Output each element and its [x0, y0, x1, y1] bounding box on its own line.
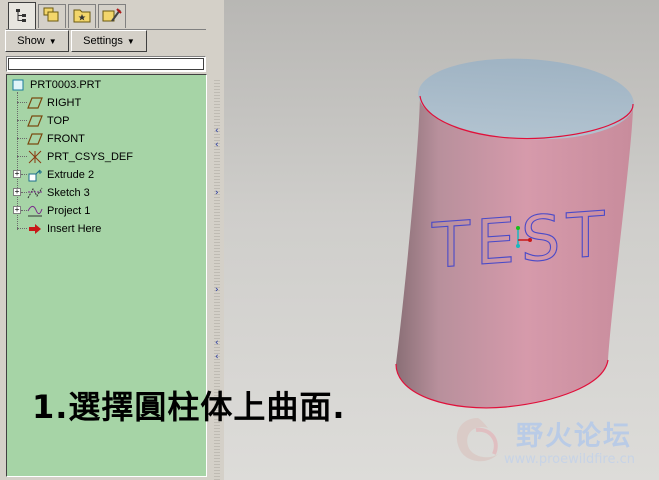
datum-plane-icon: [27, 114, 43, 128]
tab-favorites[interactable]: [68, 4, 96, 28]
instruction-caption: 1.選擇圓柱体上曲面.: [32, 388, 346, 426]
tree-filter-field[interactable]: [6, 56, 206, 72]
chevron-right-icon[interactable]: ›: [215, 188, 219, 198]
tree-item-sketch[interactable]: Sketch 3: [27, 184, 90, 202]
tree-item-top[interactable]: TOP: [27, 112, 69, 130]
tree-item-right[interactable]: RIGHT: [27, 94, 81, 112]
chevron-left-icon[interactable]: ‹: [215, 140, 219, 150]
part-icon: [10, 78, 26, 92]
extrude-icon: [27, 168, 43, 182]
expand-sketch-toggle[interactable]: +: [13, 188, 21, 196]
tree-item-label: Project 1: [47, 205, 91, 217]
tools-icon: [102, 7, 122, 27]
chevron-left-icon[interactable]: ‹: [215, 352, 219, 362]
tree-item-front[interactable]: FRONT: [27, 130, 85, 148]
chevron-left-icon[interactable]: ‹: [215, 126, 219, 136]
tree-item-label: RIGHT: [47, 97, 82, 109]
tree-item-project[interactable]: Project 1: [27, 202, 90, 220]
settings-button[interactable]: Settings ▼: [71, 30, 147, 52]
tree-root-item[interactable]: PRT0003.PRT: [10, 76, 101, 94]
project-curve-icon: [27, 204, 43, 218]
tree-item-label: PRT_CSYS_DEF: [47, 151, 133, 163]
navigator-tab-strip: [6, 2, 206, 30]
tree-item-csys[interactable]: PRT_CSYS_DEF: [27, 148, 133, 166]
tree-item-insert-here[interactable]: Insert Here: [27, 220, 101, 238]
coordinate-system-icon: [27, 150, 43, 164]
navigator-toolbar: Show ▼ Settings ▼: [5, 30, 207, 54]
chevron-down-icon: ▼: [126, 36, 135, 46]
watermark-title: 野火论坛: [516, 421, 632, 452]
expand-extrude-toggle[interactable]: +: [13, 170, 21, 178]
insert-arrow-icon: [27, 222, 43, 236]
watermark-url: www.proewildfire.cn: [504, 452, 635, 467]
show-button[interactable]: Show ▼: [5, 30, 69, 52]
chevron-down-icon: ▼: [48, 36, 57, 46]
folder-browser-icon: [43, 7, 61, 27]
tree-item-extrude[interactable]: Extrude 2: [27, 166, 94, 184]
model-tree-icon: [14, 7, 30, 27]
favorites-icon: [73, 7, 91, 27]
tree-item-label: Sketch 3: [47, 187, 90, 199]
tree-root-label: PRT0003.PRT: [30, 79, 102, 91]
chevron-left-icon[interactable]: ‹: [215, 338, 219, 348]
tree-item-label: Extrude 2: [47, 169, 95, 181]
tree-item-label: FRONT: [47, 133, 85, 145]
tab-model-tree[interactable]: [8, 2, 36, 30]
tree-item-label: TOP: [47, 115, 70, 127]
datum-plane-icon: [27, 132, 43, 146]
tree-item-label: Insert Here: [47, 223, 102, 235]
forum-watermark: 野火论坛 www.proewildfire.cn: [446, 408, 656, 478]
watermark-logo-icon: [456, 418, 498, 462]
show-button-label: Show: [17, 35, 45, 47]
expand-project-toggle[interactable]: +: [13, 206, 21, 214]
settings-button-label: Settings: [83, 35, 123, 47]
tab-tools[interactable]: [98, 4, 126, 28]
datum-plane-icon: [27, 96, 43, 110]
tab-folder-browser[interactable]: [38, 4, 66, 28]
chevron-right-icon[interactable]: ›: [215, 285, 219, 295]
sketch-icon: [27, 186, 43, 200]
